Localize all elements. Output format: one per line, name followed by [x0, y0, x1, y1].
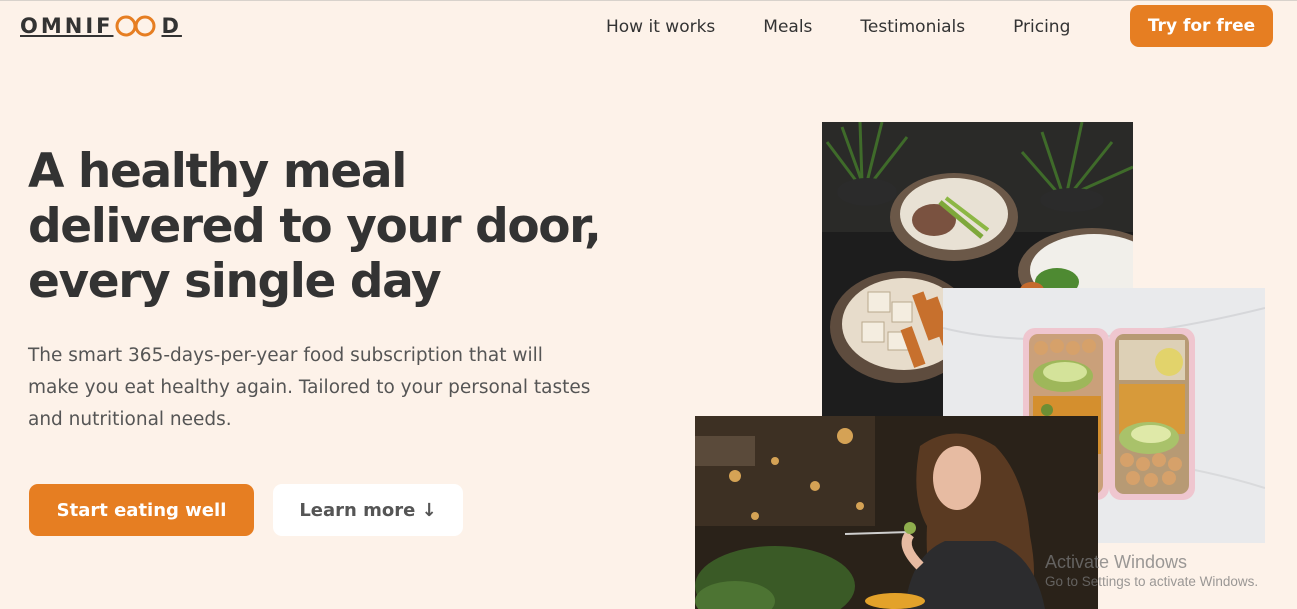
learn-more-button[interactable]: Learn more ↓ [273, 484, 463, 536]
watermark-title: Activate Windows [1045, 552, 1188, 572]
hero-title-line-1: A healthy meal [28, 144, 407, 199]
logo-text-prefix: OMNIF [20, 14, 114, 38]
hero-title: A healthy meal delivered to your door, e… [28, 144, 668, 309]
omnifood-logo[interactable]: OMNIF D [20, 13, 182, 39]
logo-text-suffix: D [161, 14, 182, 38]
top-border [0, 0, 1297, 1]
try-for-free-button[interactable]: Try for free [1130, 5, 1273, 47]
main-nav: How it works Meals Testimonials Pricing [606, 14, 1070, 40]
watermark-subtitle: Go to Settings to activate Windows. [1045, 574, 1259, 589]
nav-link-meals[interactable]: Meals [763, 17, 812, 37]
hero-title-line-3: every single day [28, 254, 442, 309]
start-eating-well-button[interactable]: Start eating well [29, 484, 254, 536]
nav-link-how-it-works[interactable]: How it works [606, 17, 715, 37]
nav-link-testimonials[interactable]: Testimonials [860, 17, 965, 37]
infinity-logo-icon [115, 15, 156, 37]
hero-description: The smart 365-days-per-year food subscri… [28, 345, 591, 430]
nav-link-pricing[interactable]: Pricing [1013, 17, 1070, 37]
hero-title-line-2: delivered to your door, [28, 199, 602, 254]
woman-eating-image [695, 416, 1098, 609]
windows-activation-watermark: Activate Windows Go to Settings to activ… [1045, 551, 1258, 591]
